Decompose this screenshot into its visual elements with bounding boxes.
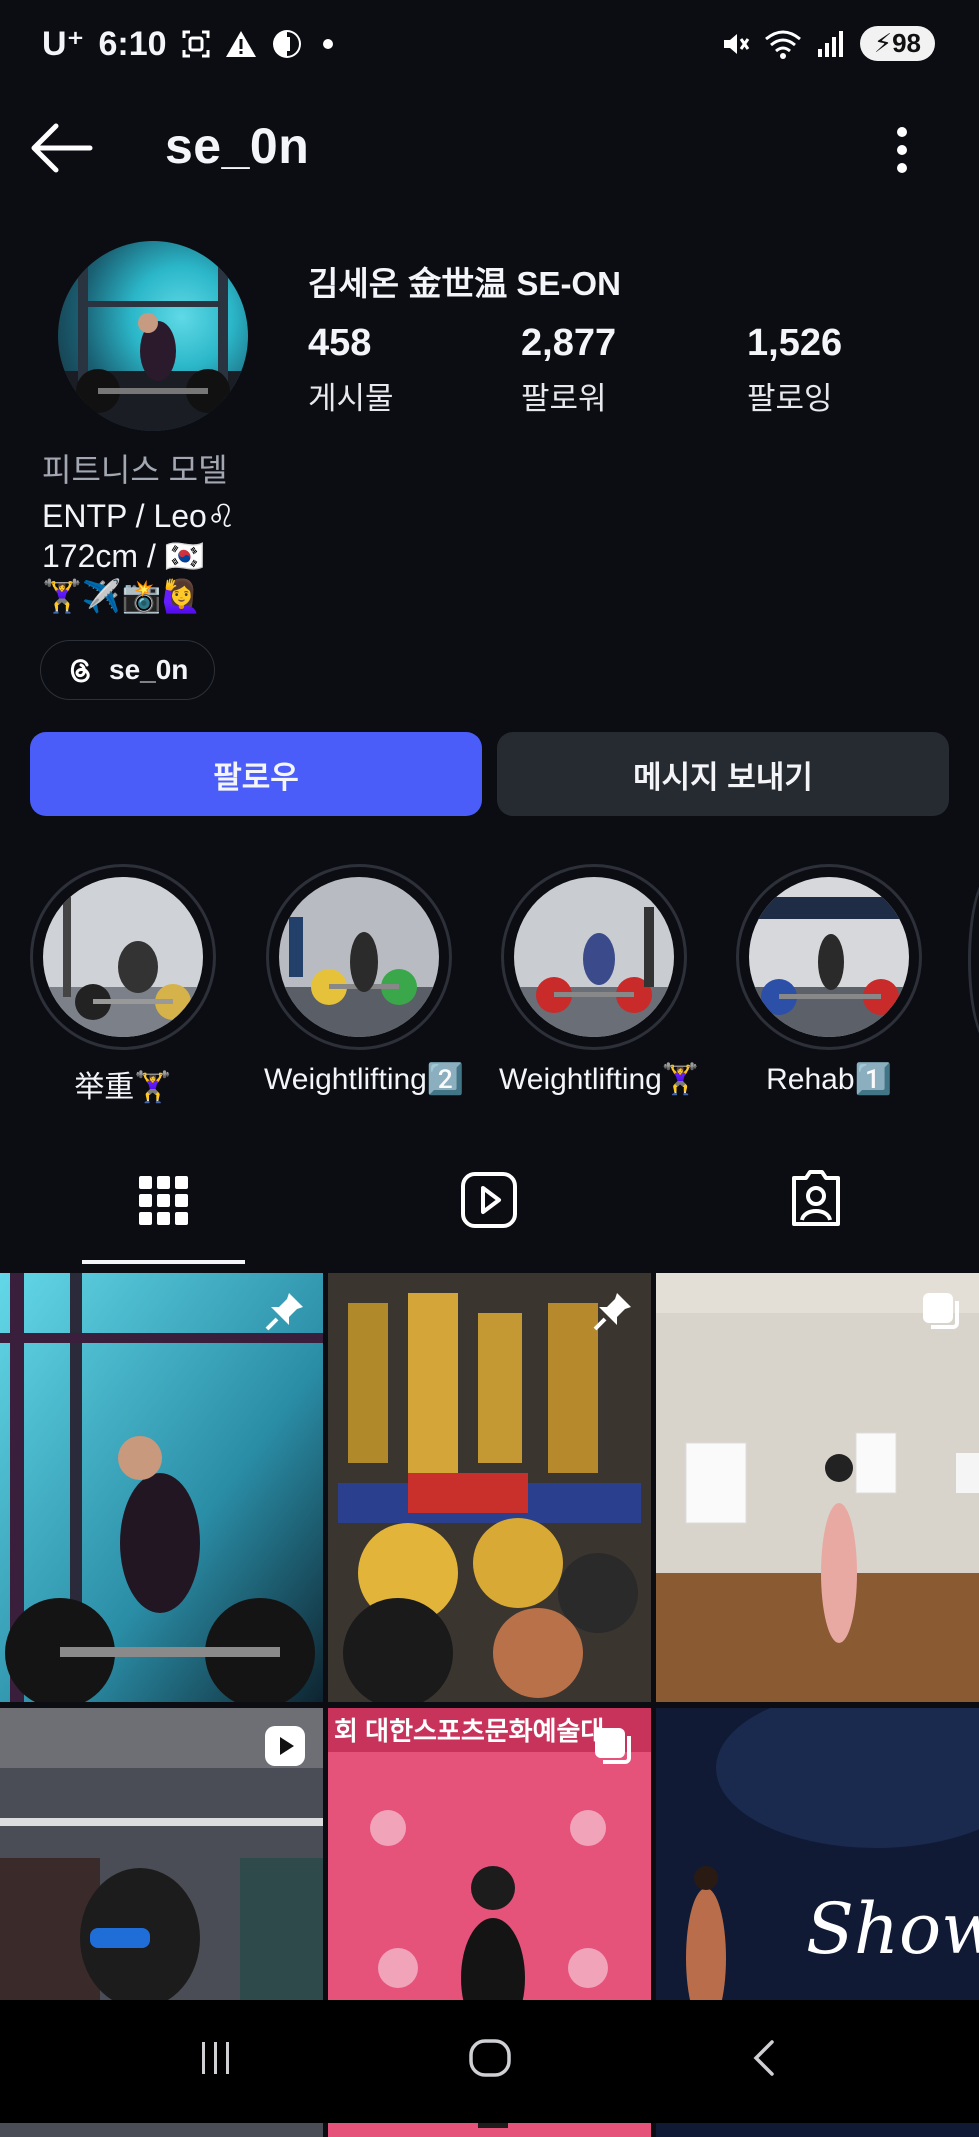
screenshot-icon <box>182 30 210 58</box>
follow-button[interactable]: 팔로우 <box>30 732 482 816</box>
highlight-label: Rehab1️⃣ <box>766 1063 892 1096</box>
alert-icon <box>225 31 256 57</box>
stat-followers-label: 팔로워 <box>521 381 607 416</box>
highlight-item[interactable]: Weightlifting2️⃣ <box>264 864 465 1097</box>
page-title: se_0n <box>165 118 310 174</box>
pin-icon <box>265 1293 303 1331</box>
highlight-label: 举重🏋️‍♀️ <box>74 1071 172 1104</box>
highlight-thumbnail <box>43 877 203 1037</box>
threads-icon <box>70 659 90 683</box>
back-arrow-icon[interactable] <box>30 118 94 178</box>
grid-post[interactable] <box>0 1273 323 1702</box>
more-options-icon[interactable] <box>895 126 909 174</box>
post-photo <box>656 1273 979 1702</box>
tagged-icon[interactable] <box>786 1160 846 1240</box>
reel-icon <box>265 1726 305 1766</box>
stat-following[interactable]: 1,526 팔로잉 <box>747 322 842 418</box>
stat-followers-value: 2,877 <box>521 322 617 364</box>
system-navigation-bar <box>0 2000 979 2123</box>
clock: 6:10 <box>98 24 167 63</box>
highlight-ring <box>266 864 452 1050</box>
highlight-item[interactable]: Weightlifting🏋️‍♀️ <box>499 864 700 1097</box>
back-nav-icon[interactable] <box>748 2038 778 2078</box>
post-photo-text: Show <box>806 1888 979 1970</box>
post-photo <box>0 1273 323 1702</box>
battery-level: 98 <box>892 28 921 58</box>
highlight-ring <box>736 864 922 1050</box>
threads-handle: se_0n <box>109 654 189 685</box>
avatar[interactable] <box>58 241 248 431</box>
highlight-ring <box>501 864 687 1050</box>
highlight-ring <box>30 864 216 1050</box>
highlight-item-partial[interactable] <box>968 874 979 1046</box>
post-photo-text: 회 대한스포츠문화예술대 <box>334 1716 604 1746</box>
highlight-item[interactable]: Rehab1️⃣ <box>734 864 924 1097</box>
highlight-label: Weightlifting2️⃣ <box>264 1063 465 1096</box>
recent-apps-icon[interactable] <box>196 2038 236 2078</box>
stat-followers[interactable]: 2,877 팔로워 <box>521 322 616 418</box>
highlight-item[interactable]: 举重🏋️‍♀️ <box>28 864 218 1106</box>
stat-following-label: 팔로잉 <box>747 381 833 416</box>
carousel-icon <box>595 1728 631 1764</box>
status-right: ⚡98 <box>720 26 935 61</box>
signal-icon <box>817 30 843 57</box>
grid-icon[interactable] <box>133 1160 193 1240</box>
pin-icon <box>593 1293 631 1331</box>
carrier-label: U⁺ <box>42 25 85 63</box>
profile-category: 피트니스 모델 <box>42 452 228 488</box>
status-left: U⁺ 6:10 <box>42 24 333 64</box>
highlight-thumbnail <box>279 877 439 1037</box>
bio-line-2: 172cm / 🇰🇷 <box>42 538 205 574</box>
notification-dot-icon <box>322 39 333 49</box>
stat-posts-value: 458 <box>308 322 372 364</box>
stat-following-value: 1,526 <box>747 322 843 364</box>
message-button[interactable]: 메시지 보내기 <box>497 732 949 816</box>
grid-post[interactable] <box>656 1273 979 1702</box>
reels-icon[interactable] <box>459 1160 519 1240</box>
highlight-label: Weightlifting🏋️‍♀️ <box>499 1063 700 1096</box>
highlight-thumbnail <box>514 877 674 1037</box>
carousel-icon <box>923 1293 959 1329</box>
stat-posts-label: 게시물 <box>308 381 394 416</box>
post-photo <box>328 1273 651 1702</box>
mute-icon <box>723 33 750 54</box>
grid-post[interactable] <box>328 1273 651 1702</box>
status-bar: U⁺ 6:10 ⚡98 <box>0 0 979 95</box>
threads-link[interactable]: se_0n <box>40 640 216 700</box>
bio-line-3: 🏋️‍♀️✈️📸🙋‍♀️ <box>42 578 202 614</box>
data-saver-icon <box>272 30 301 58</box>
home-icon[interactable] <box>468 2038 512 2078</box>
wifi-icon <box>764 30 801 59</box>
profile-full-name: 김세온 金世温 SE-ON <box>308 265 621 302</box>
avatar-photo <box>58 261 248 431</box>
highlight-thumbnail <box>749 877 909 1037</box>
stat-posts[interactable]: 458 게시물 <box>308 322 394 418</box>
active-tab-indicator <box>82 1260 245 1264</box>
bio-line-1: ENTP / Leo♌ <box>42 498 236 534</box>
battery-indicator: ⚡98 <box>859 26 935 61</box>
